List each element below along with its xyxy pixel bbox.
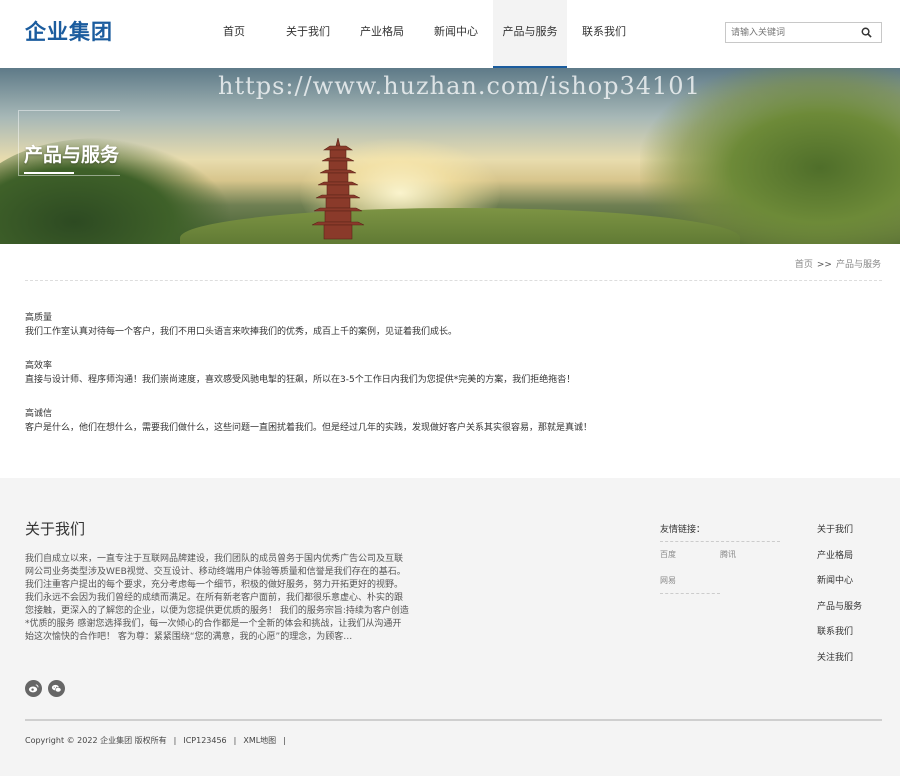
breadcrumb-current[interactable]: 产品与服务 — [836, 260, 881, 270]
main-content: 高质量 我们工作室认真对待每一个客户，我们不用口头语言来吹捧我们的优秀，成百上千… — [25, 312, 885, 456]
feature-item: 高诚信 客户是什么，他们在想什么，需要我们做什么，这些问题一直困扰着我们。但是经… — [25, 408, 885, 436]
feature-item: 高效率 直接与设计师、程序师沟通！我们崇尚速度，喜欢感受风驰电掣的狂飙，所以在3… — [25, 360, 885, 388]
footer-about-text: 我们自成立以来，一直专注于互联网品牌建设，我们团队的成员曾务于国内优秀广告公司及… — [25, 554, 409, 642]
nav-item-contact[interactable]: 联系我们 — [567, 0, 641, 68]
feature-title: 高质量 — [25, 313, 53, 323]
page-title: 产品与服务 — [24, 144, 120, 166]
copyright-bar: Copyright © 2022 企业集团 版权所有 | ICP123456 | XML… — [25, 735, 293, 746]
watermark-text: https://www.huzhan.com/ishop34101 — [218, 72, 701, 100]
footer-quick-links: 关于我们 产业格局 新闻中心 产品与服务 联系我们 关注我们 — [817, 522, 862, 675]
icp-link[interactable]: ICP123456 — [183, 736, 226, 745]
friend-links-divider — [660, 593, 720, 594]
pagoda-image — [311, 138, 365, 240]
friend-link-tencent[interactable]: 腾讯 — [720, 549, 736, 560]
sitemap-link[interactable]: XML地图 — [243, 736, 276, 745]
title-underline — [24, 172, 74, 174]
social-links — [25, 680, 65, 697]
feature-title: 高诚信 — [25, 409, 53, 419]
site-header: 企业集团 首页 关于我们 产业格局 新闻中心 产品与服务 联系我们 — [0, 0, 900, 68]
footer-divider — [25, 719, 882, 721]
footer-link-about[interactable]: 关于我们 — [817, 522, 862, 548]
content-divider — [25, 280, 882, 281]
page-banner: https://www.huzhan.com/ishop34101 产品与服务 — [0, 68, 900, 244]
weibo-button[interactable] — [25, 680, 42, 697]
nav-item-home[interactable]: 首页 — [197, 0, 271, 68]
search-box — [725, 22, 882, 43]
wechat-button[interactable] — [48, 680, 65, 697]
feature-title: 高效率 — [25, 361, 53, 371]
feature-description: 我们工作室认真对待每一个客户，我们不用口头语言来吹捧我们的优秀，成百上千的案例，… — [25, 327, 458, 337]
friend-link-baidu[interactable]: 百度 — [660, 549, 676, 560]
feature-description: 直接与设计师、程序师沟通！我们崇尚速度，喜欢感受风驰电掣的狂飙，所以在3-5个工… — [25, 375, 576, 385]
main-nav: 首页 关于我们 产业格局 新闻中心 产品与服务 联系我们 — [197, 0, 641, 68]
logo[interactable]: 企业集团 — [25, 16, 113, 46]
wechat-icon — [51, 684, 62, 693]
friend-link-netease[interactable]: 网易 — [660, 575, 676, 586]
separator: | — [173, 736, 177, 745]
nav-item-about[interactable]: 关于我们 — [271, 0, 345, 68]
friend-links-title: 友情链接： — [660, 525, 706, 535]
breadcrumb: 首页 >> 产品与服务 — [795, 257, 881, 270]
weibo-icon — [28, 684, 39, 693]
search-input[interactable] — [726, 23, 856, 42]
nav-item-industry[interactable]: 产业格局 — [345, 0, 419, 68]
footer-link-news[interactable]: 新闻中心 — [817, 573, 862, 599]
footer-about-title: 关于我们 — [25, 520, 86, 538]
nav-item-news[interactable]: 新闻中心 — [419, 0, 493, 68]
copyright-text: Copyright © 2022 企业集团 版权所有 — [25, 736, 167, 745]
nav-item-products[interactable]: 产品与服务 — [493, 0, 567, 68]
feature-item: 高质量 我们工作室认真对待每一个客户，我们不用口头语言来吹捧我们的优秀，成百上千… — [25, 312, 885, 340]
footer-link-industry[interactable]: 产业格局 — [817, 548, 862, 574]
site-footer: 关于我们 我们自成立以来，一直专注于互联网品牌建设，我们团队的成员曾务于国内优秀… — [0, 478, 900, 776]
separator: | — [233, 736, 237, 745]
search-icon[interactable] — [861, 27, 872, 38]
feature-description: 客户是什么，他们在想什么，需要我们做什么，这些问题一直困扰着我们。但是经过几年的… — [25, 423, 593, 433]
footer-link-follow[interactable]: 关注我们 — [817, 650, 862, 676]
friend-links-divider — [660, 541, 780, 542]
footer-link-products[interactable]: 产品与服务 — [817, 599, 862, 625]
separator: | — [283, 736, 286, 745]
breadcrumb-home[interactable]: 首页 — [795, 260, 813, 270]
footer-link-contact[interactable]: 联系我们 — [817, 624, 862, 650]
breadcrumb-separator: >> — [816, 260, 832, 270]
